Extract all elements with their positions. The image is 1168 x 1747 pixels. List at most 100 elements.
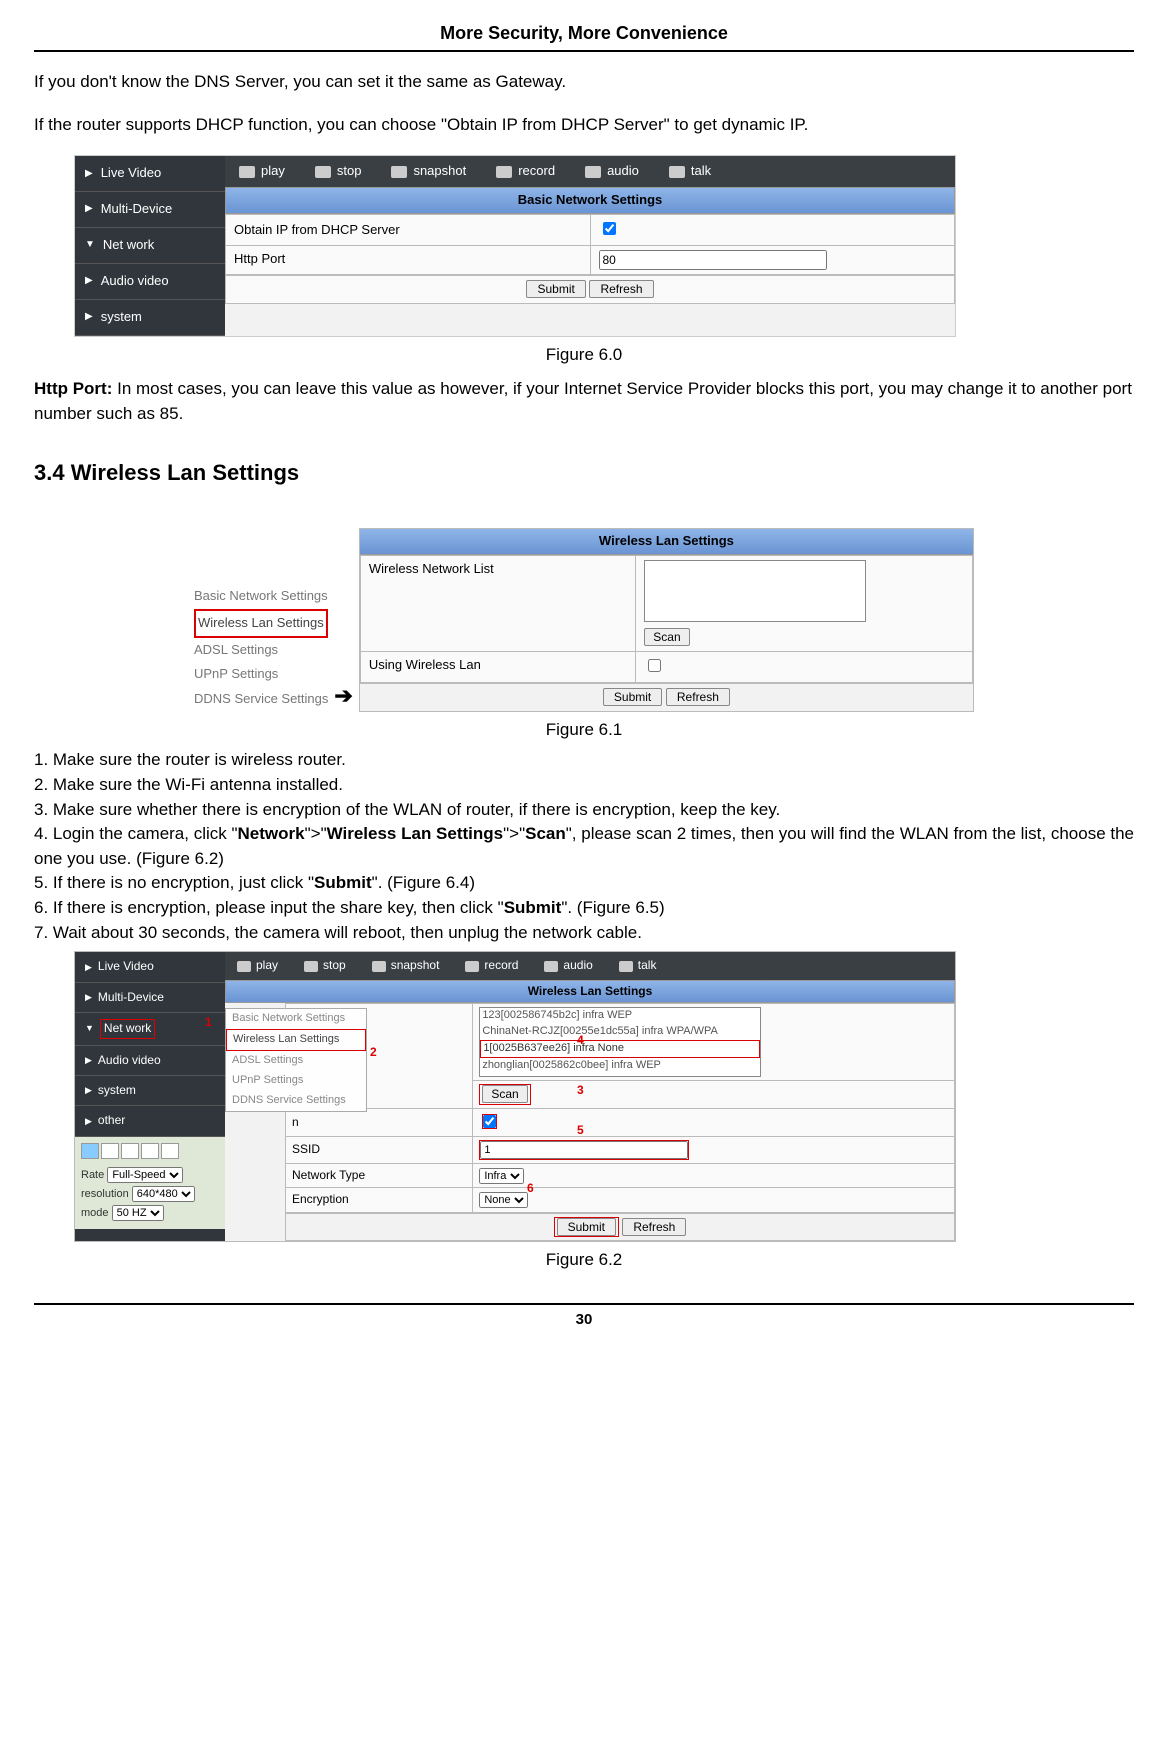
annotation-3: 3	[577, 1082, 584, 1099]
panel-title: Wireless Lan Settings	[225, 980, 955, 1003]
sidenav: Live Video Multi-Device Net work Audio v…	[75, 156, 225, 335]
paragraph-dhcp: If the router supports DHCP function, yo…	[34, 113, 1134, 138]
toolbar: play stop snapshot record audio talk	[225, 156, 955, 187]
scan-button[interactable]: Scan	[482, 1085, 527, 1103]
nav-system[interactable]: system	[75, 300, 225, 336]
submenu-upnp[interactable]: UPnP Settings	[226, 1071, 366, 1091]
snapshot-button[interactable]: snapshot	[391, 162, 466, 181]
encryption-select[interactable]: None	[479, 1192, 528, 1208]
play-button[interactable]: play	[239, 162, 285, 181]
nav-other[interactable]: other	[75, 1106, 225, 1136]
stop-icon	[315, 166, 331, 178]
submit-button[interactable]: Submit	[557, 1218, 616, 1236]
toolbar: play stop snapshot record audio talk	[225, 952, 955, 979]
encryption-label: Encryption	[286, 1188, 473, 1212]
ssid-input[interactable]	[480, 1141, 688, 1159]
side-basic-network[interactable]: Basic Network Settings	[194, 584, 328, 609]
figure-6-0-caption: Figure 6.0	[34, 343, 1134, 368]
submenu-ddns[interactable]: DDNS Service Settings	[226, 1091, 366, 1111]
network-form: Obtain IP from DHCP Server Http Port	[225, 214, 955, 275]
dhcp-label: Obtain IP from DHCP Server	[226, 215, 591, 246]
stop-button[interactable]: stop	[304, 957, 346, 974]
submenu-wireless[interactable]: Wireless Lan Settings	[226, 1029, 366, 1051]
record-button[interactable]: record	[496, 162, 555, 181]
figure-6-1: Basic Network Settings Wireless Lan Sett…	[194, 528, 974, 711]
refresh-button[interactable]: Refresh	[589, 280, 653, 298]
record-icon	[496, 166, 512, 178]
nav-audio-video[interactable]: Audio video	[75, 264, 225, 300]
record-icon	[465, 961, 479, 972]
talk-button[interactable]: talk	[619, 957, 657, 974]
audio-button[interactable]: audio	[544, 957, 592, 974]
wifi-item-3[interactable]: zhonglian[0025862c0bee] infra WEP	[480, 1058, 760, 1074]
figure-6-2: Live Video Multi-Device Net work Audio v…	[74, 951, 956, 1242]
nav-multi-device[interactable]: Multi-Device	[75, 192, 225, 228]
nav-live-video[interactable]: Live Video	[75, 156, 225, 192]
network-submenu: Basic Network Settings Wireless Lan Sett…	[225, 1008, 367, 1112]
refresh-button[interactable]: Refresh	[666, 688, 730, 706]
using-wireless-row: n	[286, 1108, 473, 1136]
http-port-input[interactable]	[599, 250, 827, 270]
steps-list: 1. Make sure the router is wireless rout…	[34, 748, 1134, 945]
snapshot-icon	[372, 961, 386, 972]
record-button[interactable]: record	[465, 957, 518, 974]
wifi-item-0[interactable]: 123[002586745b2c] infra WEP	[480, 1008, 760, 1024]
side-ddns[interactable]: DDNS Service Settings	[194, 687, 328, 712]
http-port-label: Http Port	[226, 245, 591, 274]
resolution-select[interactable]: 640*480	[132, 1186, 195, 1202]
wireless-list-label: Wireless Network List	[360, 556, 635, 652]
step-7: 7. Wait about 30 seconds, the camera wil…	[34, 921, 1134, 946]
side-adsl[interactable]: ADSL Settings	[194, 638, 328, 663]
snapshot-icon	[391, 166, 407, 178]
wireless-list-box[interactable]	[644, 560, 866, 622]
submenu-basic[interactable]: Basic Network Settings	[226, 1009, 366, 1029]
side-wireless-lan[interactable]: Wireless Lan Settings	[194, 609, 328, 638]
annotation-1: 1	[205, 1014, 212, 1031]
nav-live-video[interactable]: Live Video	[75, 952, 225, 982]
nav-multi-device[interactable]: Multi-Device	[75, 983, 225, 1013]
submit-button[interactable]: Submit	[603, 688, 662, 706]
preview-controls: Rate Full-Speed resolution 640*480 mode …	[75, 1137, 225, 1230]
wifi-list[interactable]: 123[002586745b2c] infra WEP ChinaNet-RCJ…	[479, 1007, 761, 1077]
scan-button[interactable]: Scan	[644, 628, 689, 646]
http-port-paragraph: Http Port: In most cases, you can leave …	[34, 377, 1134, 426]
play-icon	[239, 166, 255, 178]
panel-title: Wireless Lan Settings	[360, 529, 973, 555]
layout-icons[interactable]	[81, 1143, 219, 1165]
figure-6-1-caption: Figure 6.1	[194, 718, 974, 743]
using-wireless-label: Using Wireless Lan	[360, 651, 635, 682]
snapshot-button[interactable]: snapshot	[372, 957, 440, 974]
play-icon	[237, 961, 251, 972]
panel-title: Basic Network Settings	[225, 187, 955, 214]
step-5: 5. If there is no encryption, just click…	[34, 871, 1134, 896]
step-6: 6. If there is encryption, please input …	[34, 896, 1134, 921]
arrow-right-icon: ➔	[334, 680, 352, 712]
side-upnp[interactable]: UPnP Settings	[194, 662, 328, 687]
wifi-item-2[interactable]: 1[0025B637ee26] infra None	[480, 1040, 760, 1058]
mode-select[interactable]: 50 HZ	[112, 1205, 164, 1221]
talk-icon	[619, 961, 633, 972]
nav-network[interactable]: Net work	[75, 228, 225, 264]
audio-button[interactable]: audio	[585, 162, 639, 181]
ssid-label: SSID	[286, 1136, 473, 1163]
stop-button[interactable]: stop	[315, 162, 362, 181]
play-button[interactable]: play	[237, 957, 278, 974]
annotation-4: 4	[577, 1032, 584, 1049]
dhcp-checkbox[interactable]	[603, 222, 616, 235]
wifi-item-1[interactable]: ChinaNet-RCJZ[00255e1dc55a] infra WPA/WP…	[480, 1024, 760, 1040]
refresh-button[interactable]: Refresh	[622, 1218, 686, 1236]
step-1: 1. Make sure the router is wireless rout…	[34, 748, 1134, 773]
figure-6-2-caption: Figure 6.2	[34, 1248, 1134, 1273]
nav-system[interactable]: system	[75, 1076, 225, 1106]
submit-button[interactable]: Submit	[526, 280, 585, 298]
network-type-select[interactable]: Infra	[479, 1168, 524, 1184]
nav-network[interactable]: Net work	[75, 1013, 225, 1045]
submenu-adsl[interactable]: ADSL Settings	[226, 1051, 366, 1071]
rate-select[interactable]: Full-Speed	[107, 1167, 183, 1183]
nav-audio-video[interactable]: Audio video	[75, 1046, 225, 1076]
using-wireless-checkbox[interactable]	[483, 1115, 496, 1128]
figure-6-0: Live Video Multi-Device Net work Audio v…	[74, 155, 956, 336]
using-wireless-checkbox[interactable]	[648, 659, 661, 672]
talk-button[interactable]: talk	[669, 162, 711, 181]
paragraph-dns: If you don't know the DNS Server, you ca…	[34, 70, 1134, 95]
